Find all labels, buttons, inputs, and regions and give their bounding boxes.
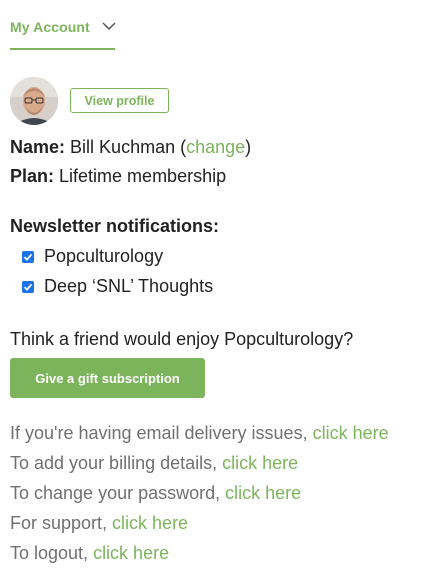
help-link[interactable]: click here	[93, 543, 169, 563]
help-text: If you're having email delivery issues,	[10, 423, 313, 443]
check-icon	[23, 253, 33, 261]
help-link[interactable]: click here	[222, 453, 298, 473]
help-text: To add your billing details,	[10, 453, 223, 473]
newsletter-checkbox[interactable]	[22, 250, 34, 263]
plan-value: Lifetime membership	[59, 166, 227, 186]
name-label: Name:	[10, 137, 66, 157]
check-icon	[23, 283, 33, 291]
help-row: To add your billing details, click here	[10, 453, 298, 474]
gift-prompt: Think a friend would enjoy Popculturolog…	[10, 329, 354, 349]
name-row: Name: Bill Kuchman (change)	[10, 137, 251, 158]
help-row: If you're having email delivery issues, …	[10, 423, 389, 444]
view-profile-button[interactable]: View profile	[70, 88, 169, 113]
help-text: To logout,	[10, 543, 94, 563]
newsletter-label: Deep ‘SNL’ Thoughts	[44, 276, 214, 296]
newsletter-heading: Newsletter notifications:	[10, 216, 220, 236]
change-name-link[interactable]: change	[186, 137, 245, 157]
help-link[interactable]: click here	[225, 483, 301, 503]
newsletter-checkbox[interactable]	[22, 280, 34, 293]
user-avatar-image	[10, 77, 58, 125]
newsletter-option[interactable]: Popculturology	[22, 246, 163, 267]
chevron-down-icon[interactable]	[101, 20, 117, 32]
help-text: To change your password,	[10, 483, 226, 503]
gift-subscription-button[interactable]: Give a gift subscription	[10, 358, 205, 398]
help-text: For support,	[10, 513, 113, 533]
my-account-label: My Account	[10, 19, 90, 35]
newsletter-label: Popculturology	[44, 246, 164, 266]
help-link[interactable]: click here	[112, 513, 188, 533]
help-row: To change your password, click here	[10, 483, 301, 504]
name-value: Bill Kuchman	[70, 137, 176, 157]
plan-label: Plan:	[10, 166, 55, 186]
my-account-tab[interactable]: My Account	[10, 17, 117, 50]
help-link[interactable]: click here	[313, 423, 389, 443]
plan-row: Plan: Lifetime membership	[10, 166, 226, 187]
name-close-paren: )	[245, 137, 252, 157]
avatar	[10, 77, 58, 125]
newsletter-option[interactable]: Deep ‘SNL’ Thoughts	[22, 276, 213, 297]
help-row: To logout, click here	[10, 543, 169, 564]
help-row: For support, click here	[10, 513, 188, 534]
